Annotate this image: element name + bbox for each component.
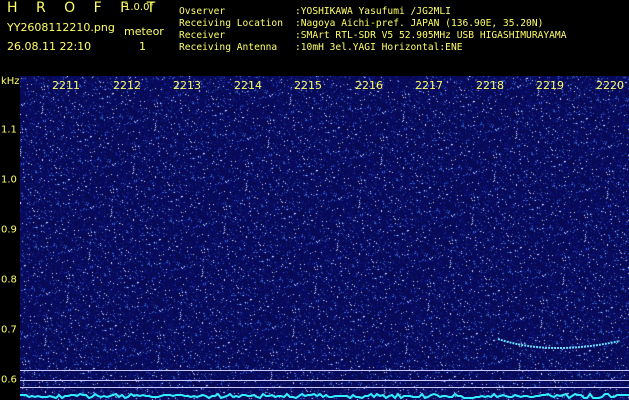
antenna-label: Receiving Antenna bbox=[179, 42, 278, 53]
timestamp: 26.08.11 22:10 bbox=[7, 40, 92, 53]
observer-row: Ovserver :YOSHIKAWA Yasufumi /JG2MLI bbox=[179, 6, 566, 18]
frequency-axis: kHz 1.1 1.0 0.9 0.8 0.7 0.6 bbox=[0, 76, 20, 400]
location-row: Receiving Location :Nagoya Aichi-pref. JA… bbox=[179, 18, 566, 30]
echo-overlay bbox=[20, 338, 629, 400]
antenna-value: :10mH 3el.YAGI Horizontal:ENE bbox=[295, 42, 463, 53]
meteor-echo-trace bbox=[497, 338, 621, 349]
location-label: Receiving Location bbox=[179, 18, 283, 29]
observer-value: :YOSHIKAWA Yasufumi /JG2MLI bbox=[295, 6, 451, 17]
y-tick-label: 0.6 bbox=[1, 374, 17, 386]
observer-label: Ovserver bbox=[179, 6, 226, 17]
receiver-row: Receiver :SMArt RTL-SDR V5 52.905MHz USB … bbox=[179, 30, 566, 42]
frequency-axis-title: kHz bbox=[1, 76, 20, 87]
y-tick-label: 0.7 bbox=[1, 324, 17, 336]
y-tick-label: 0.9 bbox=[1, 224, 17, 236]
meteor-count: 1 bbox=[139, 40, 146, 53]
antenna-row: Receiving Antenna :10mH 3el.YAGI Horizont… bbox=[179, 42, 566, 54]
y-tick-label: 1.1 bbox=[1, 124, 17, 136]
meteor-label: meteor bbox=[124, 25, 164, 38]
location-value: :Nagoya Aichi-pref. JAPAN (136.90E, 35.2… bbox=[295, 18, 544, 29]
app-version: 1.0.0f bbox=[124, 2, 153, 13]
receiver-label: Receiver bbox=[179, 30, 226, 41]
y-tick-label: 1.0 bbox=[1, 174, 17, 186]
receiver-value: :SMArt RTL-SDR V5 52.905MHz USB HIGASHIM… bbox=[295, 30, 567, 41]
y-tick-label: 0.8 bbox=[1, 274, 17, 286]
noise-baseline bbox=[20, 392, 629, 400]
station-info: Ovserver :YOSHIKAWA Yasufumi /JG2MLI Rece… bbox=[179, 6, 566, 54]
header-panel: H R O F F T 1.0.0f YY2608112210.png mete… bbox=[0, 0, 629, 76]
image-filename: YY2608112210.png bbox=[7, 21, 115, 34]
